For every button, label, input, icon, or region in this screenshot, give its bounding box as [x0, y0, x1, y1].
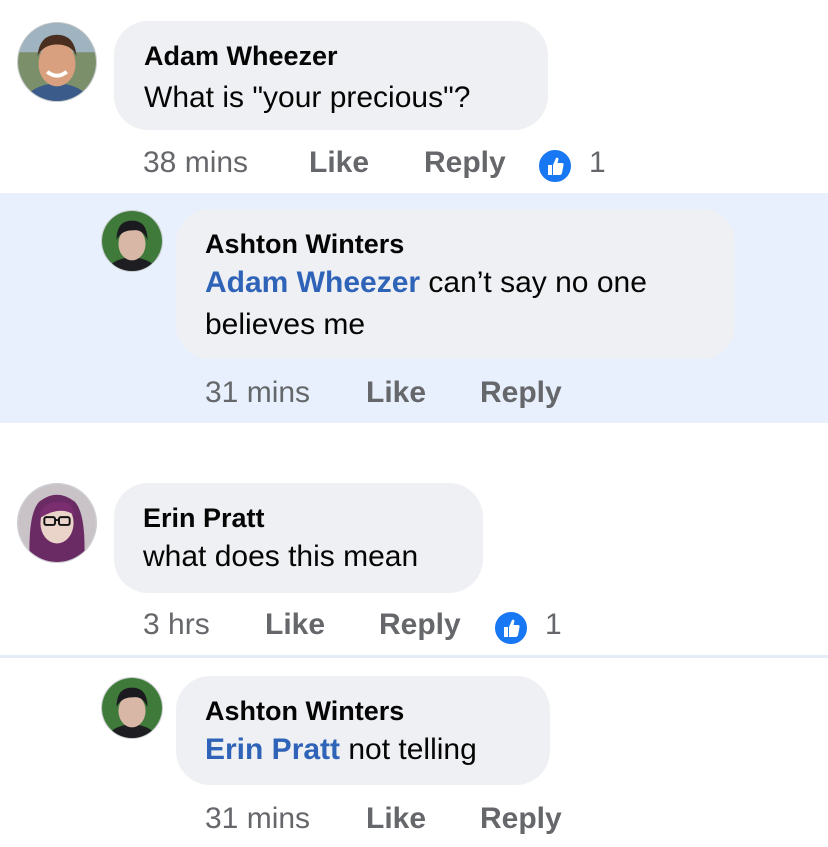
reply-text-line2: believes me — [205, 308, 366, 341]
thread-separator — [0, 655, 828, 658]
mention-link[interactable]: Erin Pratt — [205, 733, 340, 766]
comment-text: What is "your precious"? — [144, 81, 471, 114]
reaction-count[interactable]: 1 — [589, 146, 606, 180]
comment-author[interactable]: Erin Pratt — [143, 503, 265, 534]
comment-timestamp[interactable]: 38 mins — [143, 146, 248, 180]
reply-button[interactable]: Reply — [480, 376, 562, 410]
avatar-erin-pratt[interactable] — [17, 483, 97, 563]
reply-bubble: Ashton Winters Adam Wheezer can’t say no… — [176, 209, 735, 359]
like-button[interactable]: Like — [265, 608, 325, 642]
like-button[interactable]: Like — [366, 802, 426, 836]
reply-button[interactable]: Reply — [379, 608, 461, 642]
comment-text: what does this mean — [143, 540, 419, 573]
avatar-ashton-winters[interactable] — [101, 210, 163, 272]
reply-timestamp[interactable]: 31 mins — [205, 802, 310, 836]
like-button[interactable]: Like — [366, 376, 426, 410]
comment-author[interactable]: Adam Wheezer — [144, 41, 338, 72]
thumbs-up-icon[interactable] — [538, 149, 572, 183]
mention-link[interactable]: Adam Wheezer — [205, 266, 420, 299]
comment-bubble: Adam Wheezer What is "your precious"? — [114, 21, 548, 130]
reply-text: Erin Pratt not telling — [205, 729, 477, 771]
reply-button[interactable]: Reply — [480, 802, 562, 836]
comment-timestamp[interactable]: 3 hrs — [143, 608, 210, 642]
reply-text: Adam Wheezer can’t say no one believes m… — [205, 262, 647, 346]
reply-button[interactable]: Reply — [424, 146, 506, 180]
avatar-ashton-winters[interactable] — [101, 677, 163, 739]
reply-bubble: Ashton Winters Erin Pratt not telling — [176, 676, 550, 785]
like-button[interactable]: Like — [309, 146, 369, 180]
reply-author[interactable]: Ashton Winters — [205, 696, 404, 727]
reply-author[interactable]: Ashton Winters — [205, 229, 404, 260]
reply-timestamp[interactable]: 31 mins — [205, 376, 310, 410]
reply-text-body: not telling — [340, 733, 477, 766]
thumbs-up-icon[interactable] — [494, 611, 528, 645]
reply-text-line1: can’t say no one — [420, 266, 647, 299]
comment-bubble: Erin Pratt what does this mean — [114, 483, 483, 593]
avatar-adam-wheezer[interactable] — [17, 22, 97, 102]
reaction-count[interactable]: 1 — [545, 608, 562, 642]
